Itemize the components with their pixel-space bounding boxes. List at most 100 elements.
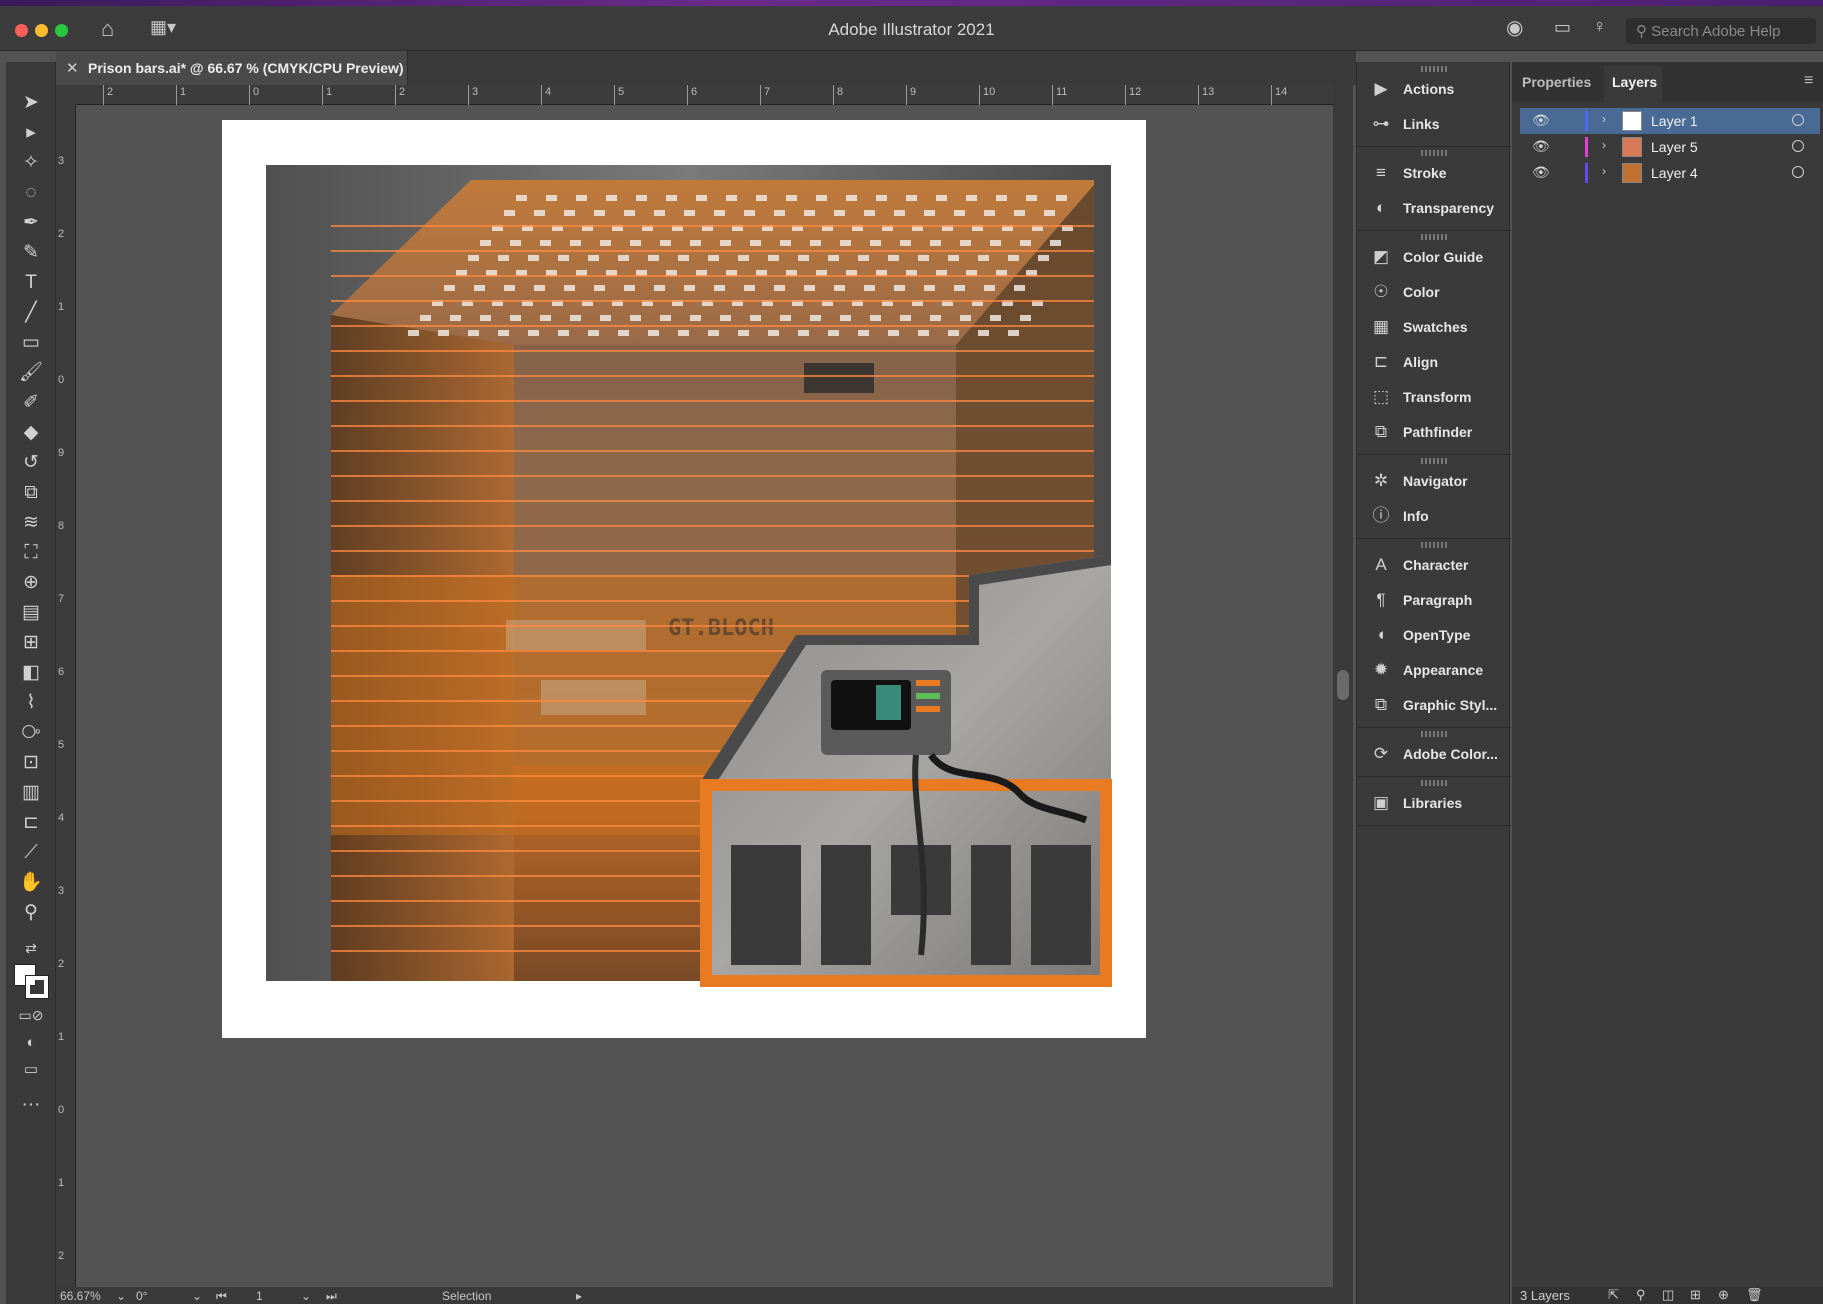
color-mode-icon[interactable]: ▭⊘ [16, 1002, 46, 1028]
rotation-value[interactable]: 0° [136, 1289, 147, 1303]
layer-name[interactable]: Layer 4 [1651, 165, 1698, 181]
blob-brush-tool-icon[interactable]: ✐ [16, 390, 46, 416]
layer-name[interactable]: Layer 5 [1651, 139, 1698, 155]
free-transform-tool-icon[interactable]: ⛶ [16, 540, 46, 566]
last-artboard-icon[interactable]: ⏭ [326, 1289, 337, 1304]
panel-button-stroke[interactable]: ≡ Stroke [1357, 156, 1511, 190]
pen-tool-icon[interactable]: ✒ [16, 210, 46, 236]
screen-mode-icon[interactable]: ▭ [16, 1057, 46, 1083]
new-layer-icon[interactable]: ⊕ [1718, 1287, 1729, 1303]
panel-button-transparency[interactable]: ◐ Transparency [1357, 191, 1511, 225]
layer-row[interactable]: 👁 › Layer 4 [1520, 160, 1820, 186]
layer-row[interactable]: 👁 › Layer 5 [1520, 134, 1820, 160]
ruler-origin[interactable] [56, 85, 76, 105]
rectangle-tool-icon[interactable]: ▭ [16, 330, 46, 356]
panel-button-appearance[interactable]: ✹ Appearance [1357, 653, 1511, 687]
panel-button-opentype[interactable]: ◖ OpenType [1357, 618, 1511, 652]
paintbrush-tool-icon[interactable]: 🖌 [16, 360, 46, 386]
panel-button-transform[interactable]: ⬚ Transform [1357, 380, 1511, 414]
panel-button-info[interactable]: ⓘ Info [1357, 499, 1511, 533]
discover-lightbulb-icon[interactable]: ♀ [1593, 17, 1607, 35]
share-user-icon[interactable]: ◉ [1506, 18, 1523, 38]
artboard-number[interactable]: 1 [256, 1289, 263, 1303]
delete-layer-icon[interactable]: 🗑 [1746, 1287, 1763, 1303]
zoom-level[interactable]: 66.67% [60, 1289, 101, 1303]
panel-button-libraries[interactable]: ▣ Libraries [1357, 786, 1511, 820]
panel-button-swatches[interactable]: ▦ Swatches [1357, 310, 1511, 344]
tab-layers[interactable]: Layers [1612, 74, 1657, 90]
blend-tool-icon[interactable]: ⧂ [16, 720, 46, 746]
tab-properties[interactable]: Properties [1522, 74, 1591, 90]
symbol-sprayer-tool-icon[interactable]: ⊡ [16, 750, 46, 776]
target-circle-icon[interactable] [1792, 114, 1804, 126]
direct-selection-tool-icon[interactable]: ▸ [16, 120, 46, 146]
visibility-eye-icon[interactable]: 👁 [1532, 112, 1550, 129]
mesh-tool-icon[interactable]: ⊞ [16, 630, 46, 656]
layer-row[interactable]: 👁 › Layer 1 [1520, 108, 1820, 134]
eyedropper-tool-icon[interactable]: ⌇ [16, 690, 46, 716]
curvature-tool-icon[interactable]: ✎ [16, 240, 46, 266]
expand-chevron-icon[interactable]: › [1602, 164, 1606, 178]
type-tool-icon[interactable]: T [16, 270, 46, 296]
panel-button-color[interactable]: ☉ Color [1357, 275, 1511, 309]
artboard-dropdown-icon[interactable]: ⌄ [301, 1289, 311, 1303]
artboard[interactable]: GT.BLOCH [76, 105, 1333, 1287]
panel-button-character[interactable]: A Character [1357, 548, 1511, 582]
arrange-documents-icon[interactable]: ▭ [1554, 18, 1571, 36]
close-tab-icon[interactable]: ✕ [66, 59, 79, 77]
expand-chevron-icon[interactable]: › [1602, 138, 1606, 152]
first-artboard-icon[interactable]: ⏮ [216, 1289, 227, 1304]
target-circle-icon[interactable] [1792, 166, 1804, 178]
document-tab[interactable]: ✕ Prison bars.ai* @ 66.67 % (CMYK/CPU Pr… [56, 51, 408, 85]
status-menu-icon[interactable]: ▸ [576, 1289, 582, 1303]
vertical-ruler[interactable]: 3 2 1 0 9 8 7 6 5 4 3 2 1 0 1 2 [56, 105, 76, 1287]
drawing-mode-icon[interactable]: ◐ [16, 1030, 46, 1056]
panel-button-links[interactable]: ⊶ Links [1357, 107, 1511, 141]
panel-button-navigator[interactable]: ✲ Navigator [1357, 464, 1511, 498]
panel-button-color-guide[interactable]: ◩ Color Guide [1357, 240, 1511, 274]
align-icon: ⊏ [1373, 352, 1389, 371]
panel-button-adobe-color[interactable]: ⟳ Adobe Color... [1357, 737, 1511, 771]
artboard-tool-icon[interactable]: ⊏ [16, 810, 46, 836]
lasso-tool-icon[interactable]: ◌ [16, 180, 46, 206]
locate-object-icon[interactable]: ⚲ [1636, 1287, 1646, 1303]
zoom-dropdown-icon[interactable]: ⌄ [116, 1289, 126, 1303]
layer-name[interactable]: Layer 1 [1651, 113, 1698, 129]
hand-tool-icon[interactable]: ✋ [16, 870, 46, 896]
visibility-eye-icon[interactable]: 👁 [1532, 138, 1550, 155]
scroll-thumb[interactable] [1337, 670, 1349, 700]
vertical-scrollbar[interactable] [1333, 85, 1353, 1287]
target-circle-icon[interactable] [1792, 140, 1804, 152]
panel-button-actions[interactable]: ▶ Actions [1357, 72, 1511, 106]
warp-tool-icon[interactable]: ≋ [16, 510, 46, 536]
rotation-dropdown-icon[interactable]: ⌄ [192, 1289, 202, 1303]
zoom-tool-icon[interactable]: ⚲ [16, 900, 46, 926]
new-sublayer-icon[interactable]: ⊞ [1690, 1287, 1701, 1303]
rotate-tool-icon[interactable]: ↺ [16, 450, 46, 476]
visibility-eye-icon[interactable]: 👁 [1532, 164, 1550, 181]
slice-tool-icon[interactable]: ⟋ [16, 840, 46, 866]
canvas-area[interactable]: GT.BLOCH [76, 105, 1333, 1287]
eraser-tool-icon[interactable]: ◆ [16, 420, 46, 446]
clipping-mask-icon[interactable]: ◫ [1662, 1287, 1674, 1303]
panel-button-graphic-styl[interactable]: ⧉ Graphic Styl... [1357, 688, 1511, 722]
gradient-tool-icon[interactable]: ◧ [16, 660, 46, 686]
panel-button-align[interactable]: ⊏ Align [1357, 345, 1511, 379]
selection-tool-icon[interactable]: ➤ [16, 90, 46, 116]
shape-builder-tool-icon[interactable]: ⊕ [16, 570, 46, 596]
export-icon[interactable]: ⇱ [1608, 1287, 1619, 1303]
perspective-grid-tool-icon[interactable]: ▤ [16, 600, 46, 626]
panel-button-paragraph[interactable]: ¶ Paragraph [1357, 583, 1511, 617]
line-tool-icon[interactable]: ╱ [16, 300, 46, 326]
edit-toolbar-more-icon[interactable]: ··· [16, 1092, 46, 1118]
panel-button-pathfinder[interactable]: ⧉ Pathfinder [1357, 415, 1511, 449]
scale-tool-icon[interactable]: ⧉ [16, 480, 46, 506]
expand-chevron-icon[interactable]: › [1602, 112, 1606, 126]
magic-wand-tool-icon[interactable]: ✧ [16, 150, 46, 176]
horizontal-ruler[interactable]: 2 1 0 1 2 3 4 5 6 7 8 9 10 11 12 13 14 [76, 85, 1333, 105]
stroke-swatch[interactable] [25, 975, 49, 999]
column-graph-tool-icon[interactable]: ▥ [16, 780, 46, 806]
search-input[interactable]: ⚲ Search Adobe Help [1626, 18, 1816, 44]
panel-menu-icon[interactable]: ≡ [1804, 72, 1813, 90]
swap-fill-stroke-icon[interactable]: ⇄ [16, 935, 46, 961]
